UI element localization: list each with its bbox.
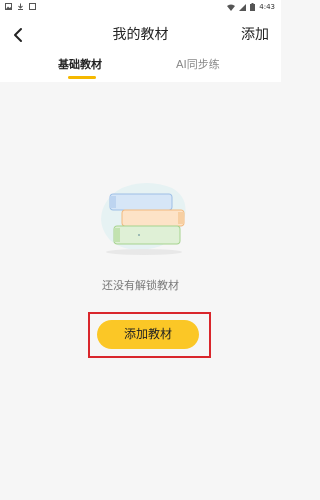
battery-icon <box>250 3 256 11</box>
add-textbook-button[interactable]: 添加教材 <box>97 320 199 349</box>
image-icon <box>5 3 12 10</box>
signal-icon <box>239 3 247 11</box>
page-title: 我的教材 <box>112 27 169 43</box>
active-tab-indicator <box>68 76 96 79</box>
square-icon <box>29 3 36 10</box>
wifi-icon <box>227 4 236 11</box>
status-right: 4:43 <box>227 2 275 12</box>
status-time: 4:43 <box>259 3 275 11</box>
status-left <box>5 3 36 10</box>
empty-state-message: 还没有解锁教材 <box>102 279 179 292</box>
status-bar: 4:43 <box>0 0 281 14</box>
main-content: 还没有解锁教材 添加教材 <box>0 82 281 500</box>
app-header: 我的教材 添加 基础教材 AI同步练 <box>0 14 281 82</box>
tab-basic-textbook[interactable]: 基础教材 <box>58 58 102 72</box>
stacked-books-illustration <box>101 183 186 255</box>
add-button[interactable]: 添加 <box>241 26 269 44</box>
tab-ai-sync-practice[interactable]: AI同步练 <box>176 58 220 72</box>
download-icon <box>18 3 23 10</box>
